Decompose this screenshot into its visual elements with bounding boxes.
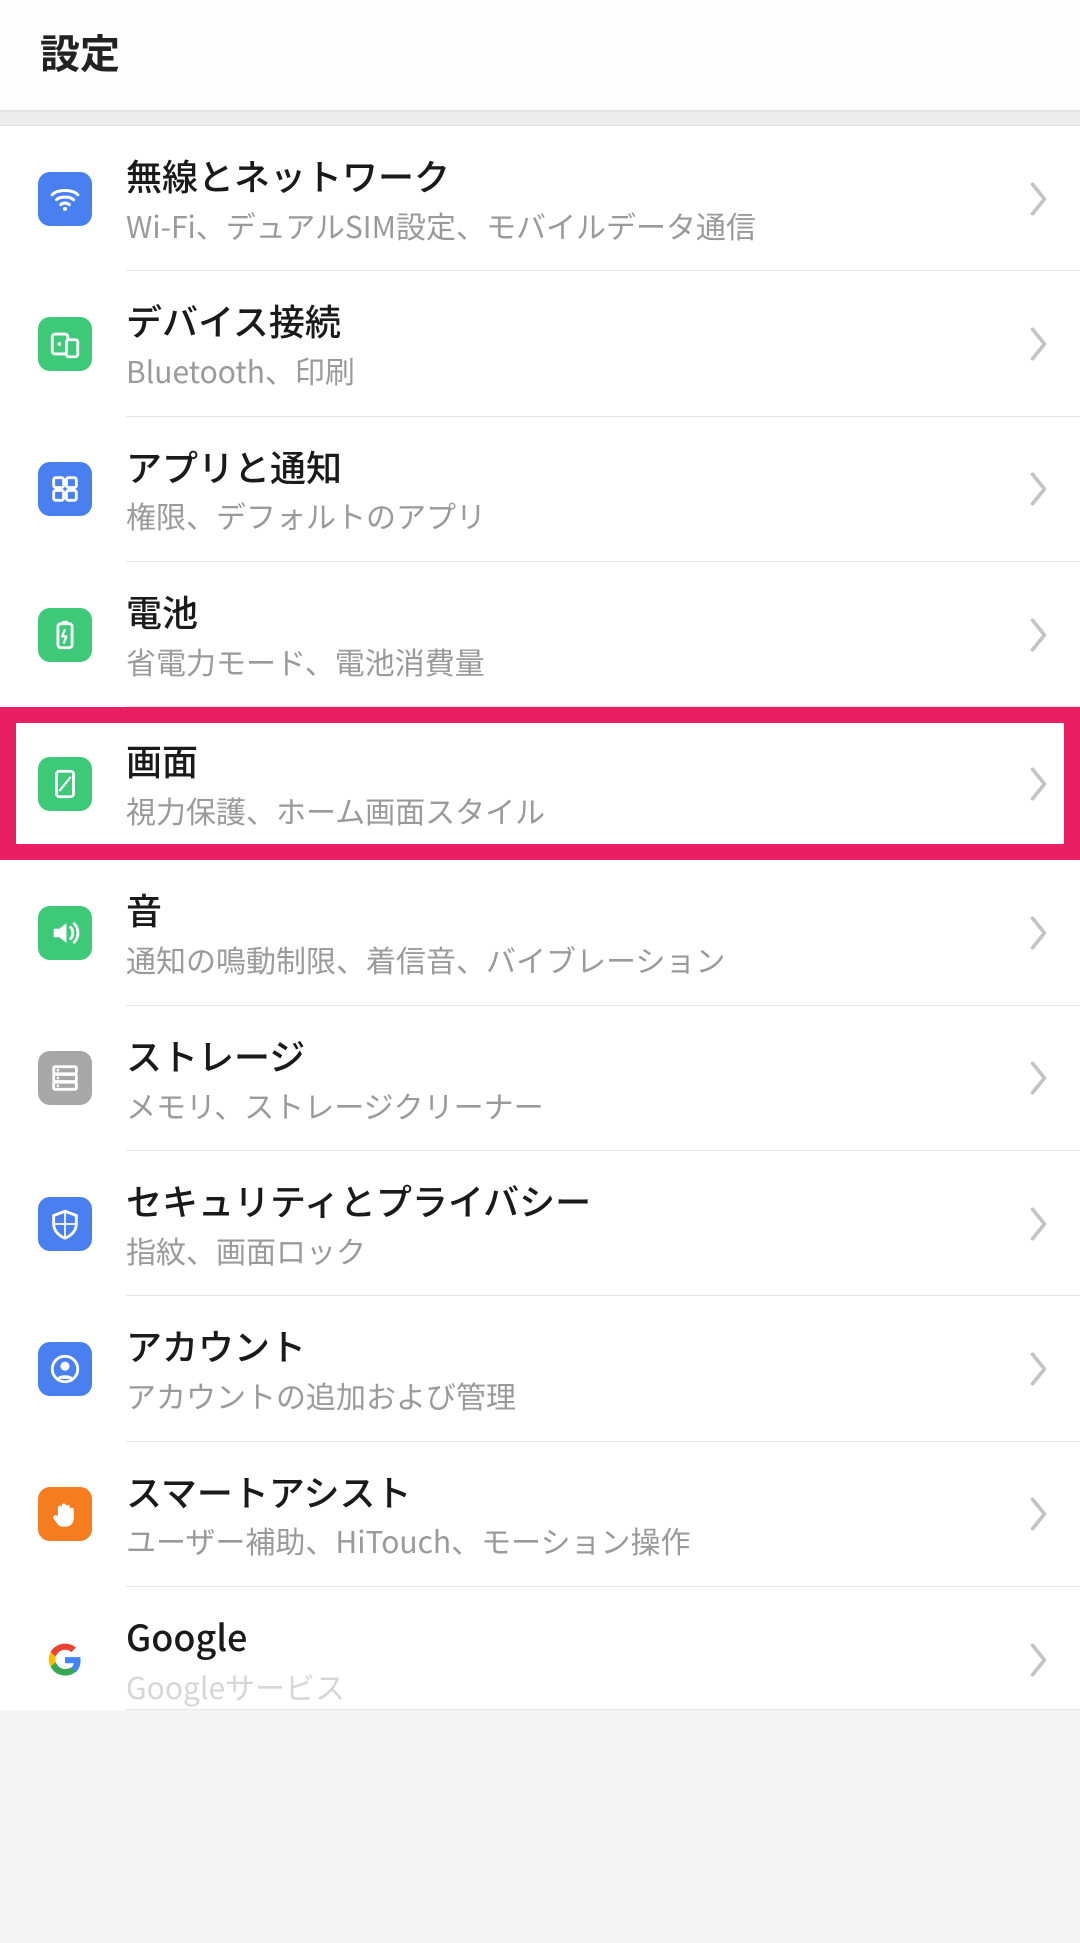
page-title: 設定 (40, 22, 1040, 80)
row-subtitle: アカウントの追加および管理 (126, 1375, 1016, 1416)
row-title: 画面 (126, 737, 1016, 784)
row-subtitle: Googleサービス (126, 1666, 1016, 1707)
row-text: スマートアシスト ユーザー補助、HiTouch、モーション操作 (126, 1468, 1016, 1561)
row-text: アプリと通知 権限、デフォルトのアプリ (126, 443, 1016, 536)
row-security[interactable]: セキュリティとプライバシー 指紋、画面ロック (0, 1151, 1080, 1296)
section-gap (0, 112, 1080, 126)
row-text: Google Googleサービス (126, 1613, 1016, 1706)
row-subtitle: 指紋、画面ロック (126, 1230, 1016, 1271)
row-google[interactable]: Google Googleサービス (0, 1587, 1080, 1710)
row-text: 無線とネットワーク Wi-Fi、デュアルSIM設定、モバイルデータ通信 (126, 152, 1016, 245)
row-title: Google (126, 1613, 1016, 1660)
chevron-right-icon (1028, 1205, 1050, 1243)
battery-icon (38, 608, 92, 662)
row-device-connections[interactable]: デバイス接続 Bluetooth、印刷 (0, 271, 1080, 416)
row-title: 音 (126, 886, 1016, 933)
google-icon (38, 1633, 92, 1687)
chevron-right-icon (1028, 616, 1050, 654)
row-subtitle: Wi-Fi、デュアルSIM設定、モバイルデータ通信 (126, 205, 1016, 246)
row-subtitle: 権限、デフォルトのアプリ (126, 495, 1016, 536)
row-text: 電池 省電力モード、電池消費量 (126, 588, 1016, 681)
row-accounts[interactable]: アカウント アカウントの追加および管理 (0, 1296, 1080, 1441)
row-title: 無線とネットワーク (126, 152, 1016, 199)
chevron-right-icon (1028, 765, 1050, 803)
row-display[interactable]: 画面 視力保護、ホーム画面スタイル (0, 707, 1080, 860)
chevron-right-icon (1028, 180, 1050, 218)
row-sound[interactable]: 音 通知の鳴動制限、着信音、バイブレーション (0, 860, 1080, 1005)
row-text: セキュリティとプライバシー 指紋、画面ロック (126, 1177, 1016, 1270)
chevron-right-icon (1028, 1495, 1050, 1533)
row-wireless[interactable]: 無線とネットワーク Wi-Fi、デュアルSIM設定、モバイルデータ通信 (0, 126, 1080, 271)
row-title: アカウント (126, 1322, 1016, 1369)
display-icon (38, 757, 92, 811)
row-text: 画面 視力保護、ホーム画面スタイル (126, 737, 1016, 830)
chevron-right-icon (1028, 325, 1050, 363)
row-apps[interactable]: アプリと通知 権限、デフォルトのアプリ (0, 417, 1080, 562)
settings-list: 無線とネットワーク Wi-Fi、デュアルSIM設定、モバイルデータ通信 デバイス… (0, 126, 1080, 1710)
row-subtitle: 視力保護、ホーム画面スタイル (126, 790, 1016, 831)
row-text: ストレージ メモリ、ストレージクリーナー (126, 1032, 1016, 1125)
row-text: デバイス接続 Bluetooth、印刷 (126, 297, 1016, 390)
chevron-right-icon (1028, 470, 1050, 508)
apps-grid-icon (38, 462, 92, 516)
row-battery[interactable]: 電池 省電力モード、電池消費量 (0, 562, 1080, 707)
row-title: デバイス接続 (126, 297, 1016, 344)
shield-icon (38, 1197, 92, 1251)
chevron-right-icon (1028, 914, 1050, 952)
row-storage[interactable]: ストレージ メモリ、ストレージクリーナー (0, 1006, 1080, 1151)
hand-icon (38, 1487, 92, 1541)
header: 設定 (0, 0, 1080, 112)
row-text: アカウント アカウントの追加および管理 (126, 1322, 1016, 1415)
chevron-right-icon (1028, 1641, 1050, 1679)
row-title: ストレージ (126, 1032, 1016, 1079)
row-smart-assist[interactable]: スマートアシスト ユーザー補助、HiTouch、モーション操作 (0, 1442, 1080, 1587)
storage-icon (38, 1051, 92, 1105)
row-subtitle: メモリ、ストレージクリーナー (126, 1085, 1016, 1126)
row-title: アプリと通知 (126, 443, 1016, 490)
row-text: 音 通知の鳴動制限、着信音、バイブレーション (126, 886, 1016, 979)
account-icon (38, 1342, 92, 1396)
chevron-right-icon (1028, 1350, 1050, 1388)
row-title: セキュリティとプライバシー (126, 1177, 1016, 1224)
row-title: スマートアシスト (126, 1468, 1016, 1515)
sound-icon (38, 906, 92, 960)
row-subtitle: 通知の鳴動制限、着信音、バイブレーション (126, 939, 1016, 980)
row-subtitle: Bluetooth、印刷 (126, 350, 1016, 391)
devices-icon (38, 317, 92, 371)
row-subtitle: 省電力モード、電池消費量 (126, 641, 1016, 682)
chevron-right-icon (1028, 1059, 1050, 1097)
row-subtitle: ユーザー補助、HiTouch、モーション操作 (126, 1520, 1016, 1561)
row-title: 電池 (126, 588, 1016, 635)
wifi-icon (38, 172, 92, 226)
